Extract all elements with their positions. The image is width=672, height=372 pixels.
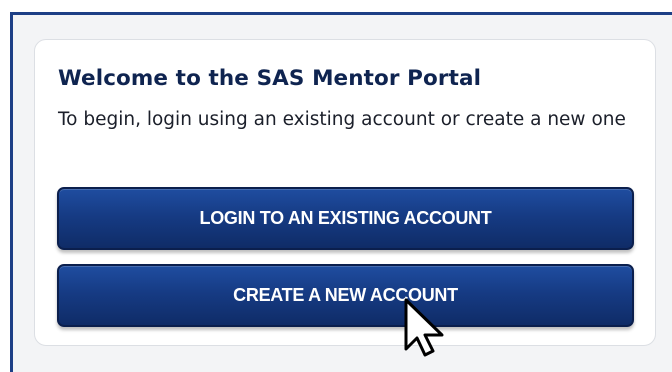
mouse-pointer-icon bbox=[404, 298, 444, 357]
page-title: Welcome to the SAS Mentor Portal bbox=[58, 66, 482, 91]
login-existing-account-button[interactable]: LOGIN TO AN EXISTING ACCOUNT bbox=[57, 187, 634, 250]
create-new-account-button[interactable]: CREATE A NEW ACCOUNT bbox=[57, 264, 634, 327]
welcome-card: Welcome to the SAS Mentor Portal To begi… bbox=[34, 39, 656, 346]
welcome-instructions: To begin, login using an existing accoun… bbox=[58, 109, 626, 130]
portal-frame: Welcome to the SAS Mentor Portal To begi… bbox=[10, 12, 672, 372]
